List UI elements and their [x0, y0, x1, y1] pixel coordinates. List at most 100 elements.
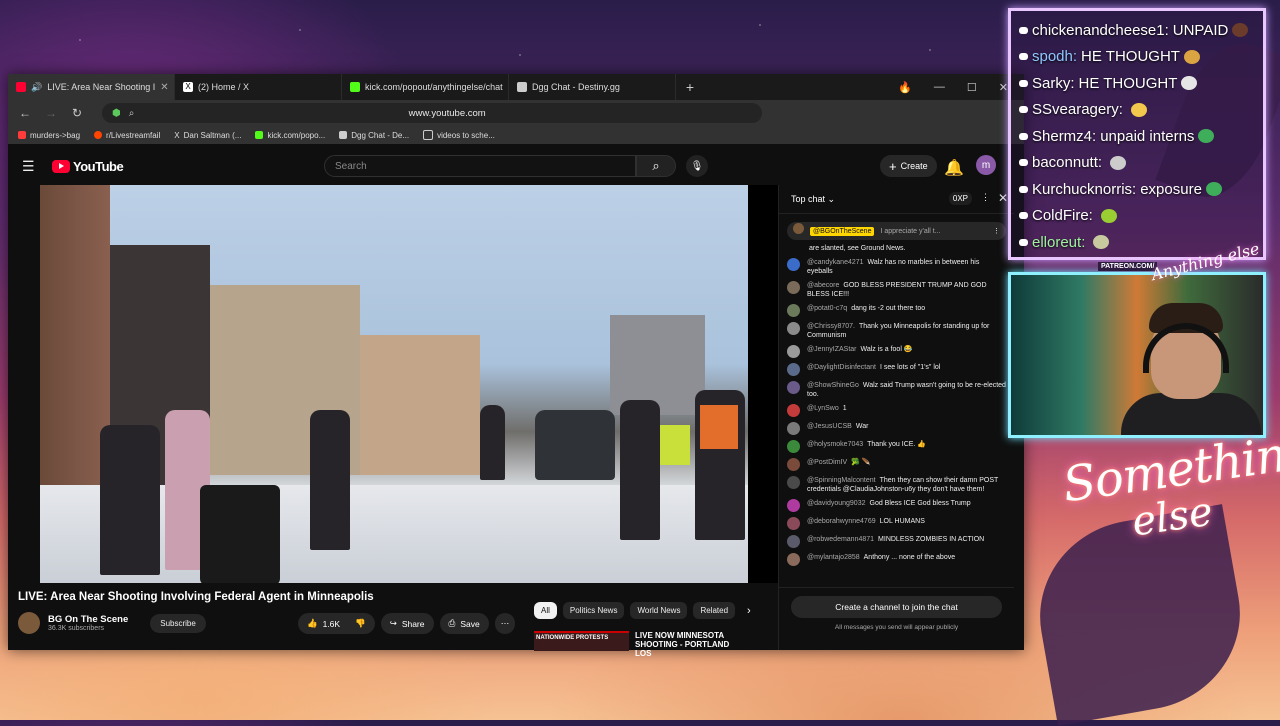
tab-dgg[interactable]: Dgg Chat - Destiny.gg [509, 74, 676, 100]
tab-x[interactable]: X (2) Home / X [175, 74, 342, 100]
chat-message[interactable]: @davidyoung9032 God Bless ICE God bless T… [787, 499, 1006, 512]
tab-youtube[interactable]: 🔊 LIVE: Area Near Shooting I ✕ [8, 74, 175, 100]
video-player[interactable] [40, 185, 748, 583]
chat-author[interactable]: @davidyoung9032 [807, 500, 866, 507]
more-options-icon[interactable]: ⋮ [993, 227, 1000, 235]
search-button[interactable]: ⌕ [636, 155, 676, 177]
omnibox[interactable]: ⬢ ⌕ www.youtube.com [102, 103, 762, 123]
close-chat-icon[interactable]: ✕ [998, 191, 1008, 205]
chat-message[interactable]: @holysmoke7043 Thank you ICE. 👍 [787, 440, 1006, 453]
tab-kick[interactable]: kick.com/popout/anythingelse/chat [342, 74, 509, 100]
bookmark-item[interactable]: videos to sche... [423, 130, 495, 140]
maximize-button[interactable]: ☐ [967, 81, 977, 94]
channel-name[interactable]: BG On The Scene [48, 614, 128, 625]
avatar[interactable] [787, 476, 800, 489]
new-tab-button[interactable]: + [676, 74, 704, 100]
thumbs-down-icon[interactable]: 👎 [355, 618, 366, 629]
chat-message[interactable]: @abecore GOD BLESS PRESIDENT TRUMP AND GO… [787, 281, 1006, 299]
search-input[interactable]: Search [324, 155, 636, 177]
chat-author[interactable]: @holysmoke7043 [807, 441, 863, 448]
chat-message[interactable]: @deborahwynne4769 LOL HUMANS [787, 517, 1006, 530]
avatar[interactable] [787, 304, 800, 317]
recommended-video[interactable]: NATIONWIDE PROTESTS LIVE NOW MINNESOTA S… [534, 631, 747, 658]
bookmark-item[interactable]: kick.com/popo... [255, 131, 325, 140]
more-options-icon[interactable]: ⋮ [981, 192, 990, 203]
avatar[interactable] [787, 258, 800, 271]
chat-author[interactable]: @PostDimIV [807, 459, 847, 466]
create-button[interactable]: + Create [880, 155, 937, 177]
chat-author[interactable]: @deborahwynne4769 [807, 518, 876, 525]
chat-author[interactable]: @ShowShineGo [807, 382, 859, 389]
avatar[interactable] [787, 363, 800, 376]
channel-avatar[interactable] [18, 612, 40, 634]
chat-author[interactable]: @robwedemann4871 [807, 536, 874, 543]
chat-message[interactable]: @DaylightDisinfectant I see lots of "1's"… [787, 363, 1006, 376]
chip-all[interactable]: All [534, 602, 557, 619]
like-button[interactable]: 👍 1.6K 👎 [298, 613, 375, 634]
chat-author[interactable]: @Chrissy8707. [807, 323, 855, 330]
video-thumbnail[interactable]: NATIONWIDE PROTESTS [534, 631, 629, 651]
avatar[interactable] [787, 440, 800, 453]
chat-message[interactable]: @PostDimIV 🥦 🪶 [787, 458, 1006, 471]
chat-author[interactable]: @abecore [807, 282, 839, 289]
xp-badge[interactable]: 0XP [948, 192, 972, 205]
close-tab-icon[interactable]: ✕ [160, 82, 168, 93]
chat-message[interactable]: @LynSwo 1 [787, 404, 1006, 417]
save-button[interactable]: ⎙ Save [439, 613, 489, 634]
url-text[interactable]: www.youtube.com [142, 108, 752, 119]
avatar[interactable] [787, 553, 800, 566]
youtube-logo[interactable]: YouTube [52, 159, 124, 174]
chip-politics-news[interactable]: Politics News [562, 602, 625, 619]
create-channel-button[interactable]: Create a channel to join the chat [791, 596, 1002, 618]
chat-message[interactable]: @mylantajo2858 Anthony ... none of the ab… [787, 553, 1006, 566]
chat-author[interactable]: @potat0-c7q [807, 305, 847, 312]
avatar[interactable] [787, 422, 800, 435]
voice-search-button[interactable]: 🎙 [686, 155, 708, 177]
notifications-bell-icon[interactable]: 🔔 [944, 158, 964, 178]
subscribe-button[interactable]: Subscribe [150, 613, 206, 633]
chat-message[interactable]: @candykane4271 Walz has no marbles in bet… [787, 258, 1006, 276]
chat-message[interactable]: @robwedemann4871 MINDLESS ZOMBIES IN ACTI… [787, 535, 1006, 548]
pinned-message[interactable]: @BGOnTheScene I appreciate y'all t... ⋮ [787, 222, 1006, 240]
chat-author[interactable]: @LynSwo [807, 405, 839, 412]
chat-message[interactable]: @Chrissy8707. Thank you Minneapolis for s… [787, 322, 1006, 340]
chat-author[interactable]: @DaylightDisinfectant [807, 364, 876, 371]
chat-author[interactable]: @JennyIZAStar [807, 346, 857, 353]
chat-author[interactable]: @JesusUCSB [807, 423, 852, 430]
chat-message[interactable]: @SpinningMalcontent Then they can show th… [787, 476, 1006, 494]
flame-icon[interactable]: 🔥 [898, 81, 912, 94]
bookmark-item[interactable]: murders->bag [18, 131, 80, 140]
recommended-video-title[interactable]: LIVE NOW MINNESOTA SHOOTING - PORTLAND L… [635, 631, 747, 658]
chat-mode-dropdown[interactable]: Top chat ⌄ [791, 194, 835, 205]
avatar[interactable] [787, 345, 800, 358]
account-avatar[interactable]: m [976, 155, 996, 175]
forward-icon[interactable]: → [44, 106, 58, 120]
chevron-right-icon[interactable]: › [747, 605, 751, 617]
avatar[interactable] [787, 517, 800, 530]
chat-author[interactable]: @candykane4271 [807, 259, 864, 266]
avatar[interactable] [787, 281, 800, 294]
chip-world-news[interactable]: World News [630, 602, 688, 619]
chip-related[interactable]: Related [693, 602, 736, 619]
chat-message[interactable]: @potat0-c7q dang its -2 out there too [787, 304, 1006, 317]
minimize-button[interactable]: — [934, 81, 945, 93]
avatar[interactable] [787, 322, 800, 335]
avatar[interactable] [787, 458, 800, 471]
bookmark-item[interactable]: r/Livestreamfail [94, 131, 160, 140]
close-window-button[interactable]: ✕ [999, 81, 1008, 94]
bookmark-item[interactable]: Dgg Chat - De... [339, 131, 409, 140]
back-icon[interactable]: ← [18, 106, 32, 120]
avatar[interactable] [787, 535, 800, 548]
chat-author[interactable]: @SpinningMalcontent [807, 477, 876, 484]
reload-icon[interactable]: ↻ [70, 106, 84, 120]
avatar[interactable] [787, 404, 800, 417]
chat-author[interactable]: @mylantajo2858 [807, 554, 860, 561]
chat-message[interactable]: @JennyIZAStar Walz is a fool 😂 [787, 345, 1006, 358]
chat-message[interactable]: @ShowShineGo Walz said Trump wasn't going… [787, 381, 1006, 399]
chat-message[interactable]: @JesusUCSB War [787, 422, 1006, 435]
share-button[interactable]: ↪ Share [380, 613, 434, 634]
bookmark-item[interactable]: X Dan Saltman (... [174, 131, 241, 140]
avatar[interactable] [787, 381, 800, 394]
avatar[interactable] [787, 499, 800, 512]
more-actions-button[interactable]: ⋯ [494, 613, 516, 634]
